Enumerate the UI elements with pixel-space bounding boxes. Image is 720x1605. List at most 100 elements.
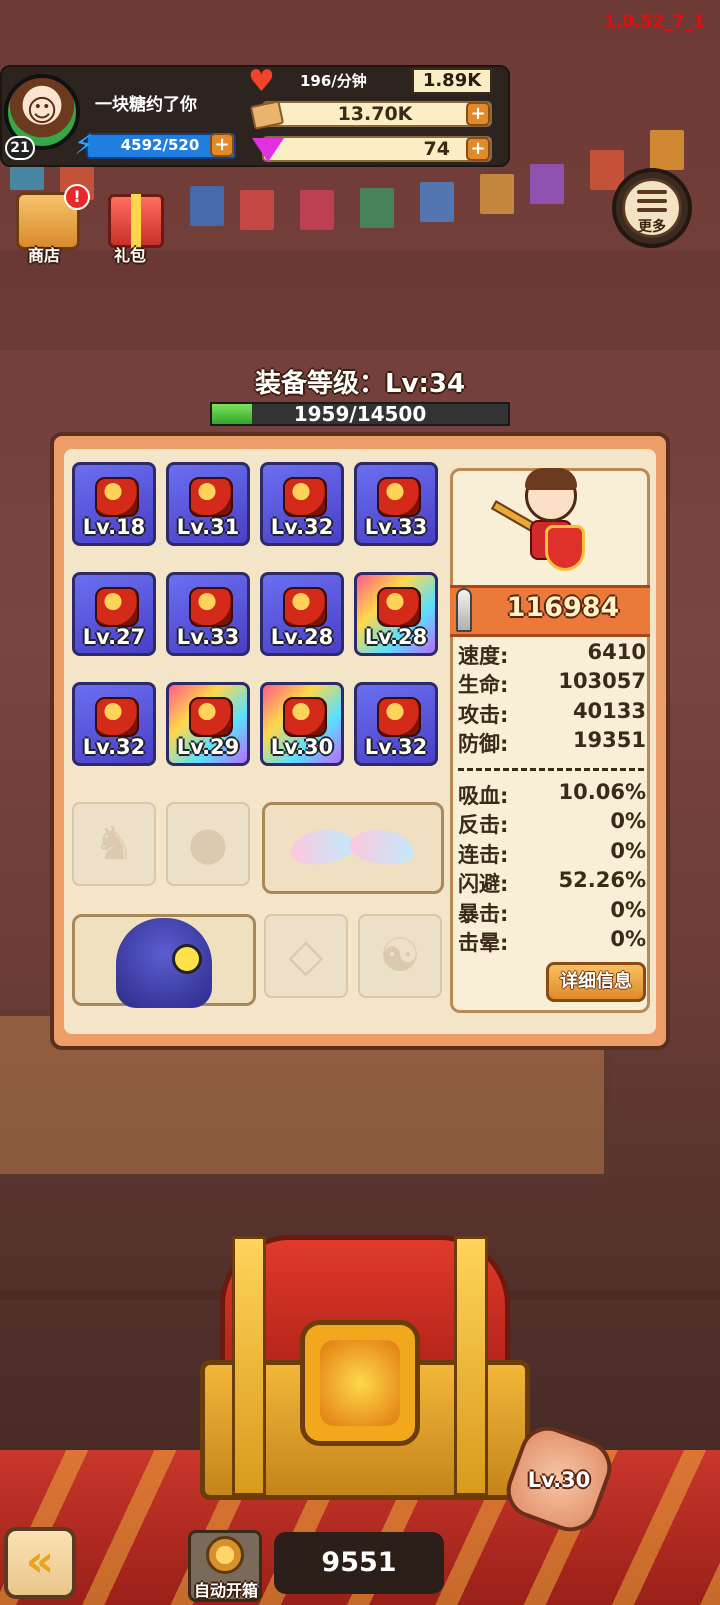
equipment-item-icon: [377, 587, 421, 627]
stat-label: 攻击:: [458, 702, 509, 727]
equipment-level: Lv.32: [82, 735, 146, 759]
gear-icon: [206, 1536, 244, 1574]
equipment-level: Lv.33: [176, 625, 240, 649]
stat-row: 连击: 0%: [456, 839, 646, 867]
gourd-icon: ●: [187, 816, 229, 870]
equipment-slot[interactable]: Lv.32: [354, 682, 438, 766]
player-level-badge: 21: [5, 136, 35, 160]
equipment-item-icon: [377, 477, 421, 517]
diamond-icon: ◇: [288, 928, 324, 982]
shop-label[interactable]: 商店: [28, 242, 60, 266]
stat-value: 0%: [610, 927, 646, 951]
hero-shield: [545, 525, 585, 571]
heart-icon: ♥: [248, 64, 275, 99]
gift-label[interactable]: 礼包: [114, 242, 146, 266]
income-total: 1.89K: [412, 68, 492, 94]
stats-divider: [458, 768, 644, 771]
equipment-slot[interactable]: Lv.32: [260, 462, 344, 546]
equipment-slot[interactable]: Lv.28: [354, 572, 438, 656]
stat-row: 防御: 19351: [456, 728, 646, 756]
equipment-item-icon: [189, 697, 233, 737]
equipment-slot[interactable]: Lv.32: [72, 682, 156, 766]
add-gems-button[interactable]: +: [466, 137, 490, 161]
equipment-level: Lv.18: [82, 515, 146, 539]
equipment-exp-text: 1959/14500: [293, 402, 427, 426]
equipment-slot[interactable]: Lv.18: [72, 462, 156, 546]
equipment-item-icon: [283, 697, 327, 737]
chest-count: 9551: [274, 1532, 444, 1594]
equipment-item-icon: [95, 477, 139, 517]
stat-label: 速度:: [458, 644, 509, 668]
stat-label: 吸血:: [458, 784, 509, 808]
stat-label: 生命:: [458, 673, 509, 698]
more-label: 更多: [638, 219, 666, 235]
stat-value: 0%: [610, 897, 646, 922]
equipment-item-icon: [189, 477, 233, 517]
equipment-level: Lv.32: [270, 515, 334, 539]
gem-value: 74: [423, 138, 450, 160]
equipment-item-icon: [283, 477, 327, 517]
auto-open-label: 自动开箱: [193, 1581, 258, 1600]
stat-row: 击晕: 0%: [456, 927, 646, 955]
equipment-level-title: 装备等级：Lv:34: [254, 369, 466, 399]
equipment-item-icon: [377, 697, 421, 737]
hero-hair: [525, 468, 577, 490]
equipment-slot[interactable]: Lv.33: [166, 572, 250, 656]
stat-value: 10.06%: [558, 780, 646, 804]
equipment-level: Lv.29: [176, 735, 240, 759]
add-energy-button[interactable]: +: [210, 133, 234, 157]
details-button[interactable]: 详细信息: [546, 962, 646, 1002]
energy-value: 4592/520: [120, 136, 200, 154]
equipment-level: Lv.31: [176, 515, 240, 539]
gift-ribbon: [131, 194, 141, 248]
equipment-item-icon: [283, 587, 327, 627]
equipment-slot[interactable]: Lv.30: [260, 682, 344, 766]
lightning-icon: ⚡: [74, 128, 94, 161]
equipment-level: Lv.30: [270, 735, 334, 759]
chest-level-text: Lv.30: [527, 1468, 591, 1492]
equipment-level: Lv.32: [364, 735, 428, 759]
stat-value: 52.26%: [558, 868, 646, 893]
stat-value: 103057: [558, 669, 646, 694]
equipment-level: Lv.27: [82, 625, 146, 649]
stat-value: 0%: [610, 809, 646, 834]
chest-band-right: [454, 1236, 488, 1496]
stat-value: 40133: [572, 698, 646, 723]
equipment-slot[interactable]: Lv.33: [354, 462, 438, 546]
spirit-icon: ☯: [379, 928, 421, 982]
stat-label: 连击:: [458, 842, 509, 867]
equipment-level: Lv.28: [364, 625, 428, 649]
sword-icon: [456, 588, 472, 632]
stat-label: 闪避:: [458, 872, 509, 897]
stat-row: 速度: 6410: [456, 640, 646, 668]
equipment-slot[interactable]: Lv.28: [260, 572, 344, 656]
pet-eye: [172, 944, 202, 974]
stat-value: 0%: [610, 838, 646, 863]
stat-row: 闪避: 52.26%: [456, 868, 646, 896]
back-button[interactable]: «: [4, 1527, 76, 1599]
equipment-slot[interactable]: Lv.27: [72, 572, 156, 656]
stat-value: 19351: [572, 728, 646, 753]
equipment-item-icon: [189, 587, 233, 627]
equipment-slot[interactable]: Lv.29: [166, 682, 250, 766]
add-cash-button[interactable]: +: [466, 102, 490, 126]
player-name: 一块糖约了你: [95, 95, 197, 115]
stat-label: 暴击:: [458, 901, 509, 926]
shop-alert-badge: !: [64, 184, 90, 210]
income-rate: 196/分钟: [300, 72, 367, 90]
stat-row: 生命: 103057: [456, 669, 646, 697]
stat-row: 攻击: 40133: [456, 699, 646, 727]
wall-panel: [0, 250, 720, 350]
equipment-item-icon: [95, 697, 139, 737]
stat-row: 反击: 0%: [456, 809, 646, 837]
cash-value: 13.70K: [337, 103, 413, 125]
stat-label: 防御:: [458, 732, 509, 757]
stat-row: 暴击: 0%: [456, 898, 646, 926]
equipment-slot[interactable]: Lv.31: [166, 462, 250, 546]
gem-icon: [252, 138, 284, 162]
stat-label: 击晕:: [458, 931, 509, 955]
stat-value: 6410: [587, 640, 646, 664]
stat-row: 吸血: 10.06%: [456, 780, 646, 808]
equipment-item-icon: [95, 587, 139, 627]
combat-power-value: 116984: [506, 592, 620, 623]
